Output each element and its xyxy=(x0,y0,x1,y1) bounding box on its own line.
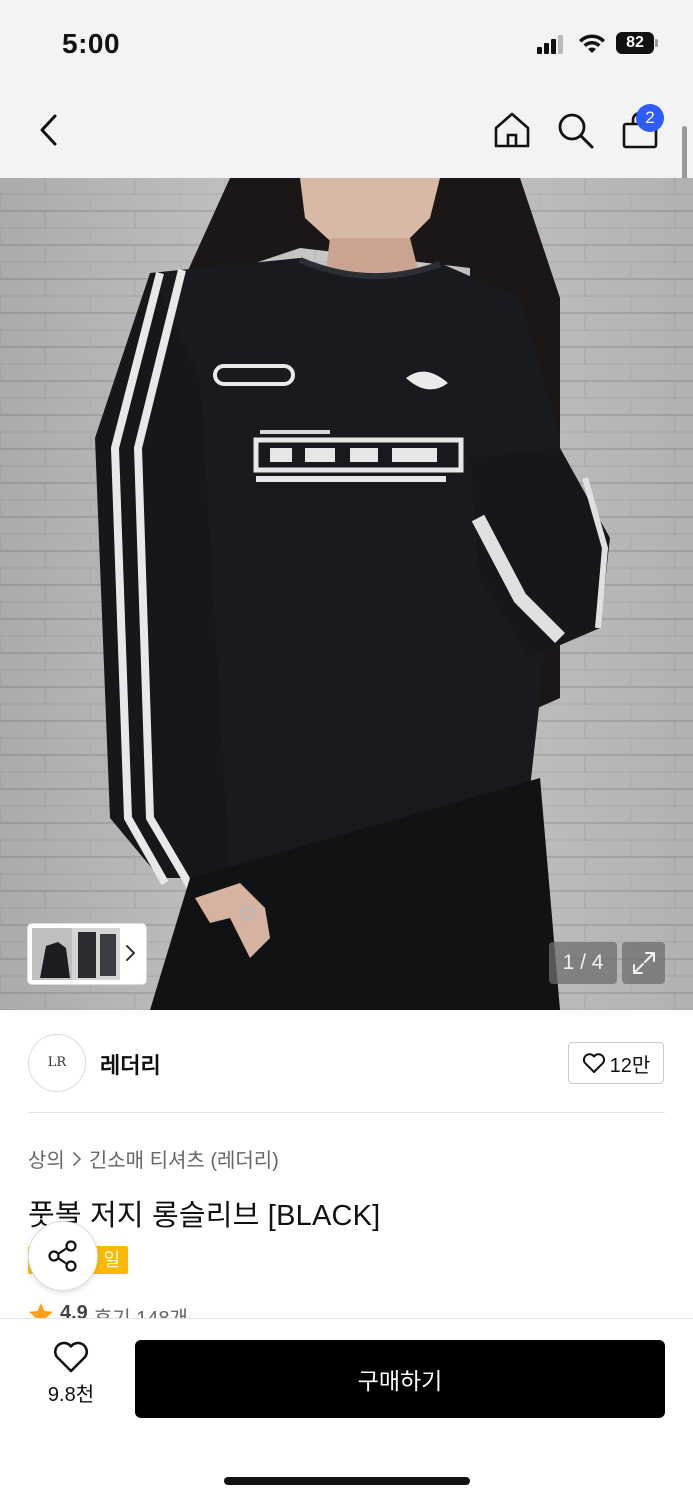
home-button[interactable] xyxy=(490,108,534,152)
brand-name[interactable]: 레더리 xyxy=(100,1048,161,1080)
product-image[interactable] xyxy=(0,178,693,1010)
wifi-icon xyxy=(579,34,605,53)
status-bar: 5:00 82 xyxy=(0,0,693,88)
breadcrumb-item-subcategory[interactable]: 긴소매 티셔츠 (레더리) xyxy=(89,1144,279,1173)
heart-icon xyxy=(582,1053,605,1073)
expand-image-button[interactable] xyxy=(622,942,665,984)
buy-button[interactable]: 구매하기 xyxy=(135,1340,665,1418)
back-button[interactable] xyxy=(28,108,72,152)
chevron-right-icon xyxy=(72,1151,81,1166)
product-photo xyxy=(0,178,693,1010)
divider xyxy=(28,1112,665,1113)
wishlist-count: 9.8천 xyxy=(47,1384,95,1406)
breadcrumb: 상의 긴소매 티셔츠 (레더리) xyxy=(28,1144,279,1173)
signal-icon xyxy=(537,35,563,54)
status-time: 5:00 xyxy=(62,28,121,59)
brand-logo[interactable]: LR xyxy=(28,1034,86,1092)
home-indicator[interactable] xyxy=(224,1477,470,1485)
battery-tip xyxy=(655,39,658,47)
thumbnail-image xyxy=(32,928,120,980)
battery-level: 82 xyxy=(616,32,654,54)
share-icon xyxy=(48,1240,77,1272)
battery-indicator: 82 xyxy=(616,32,660,54)
wishlist-button[interactable]: 9.8천 xyxy=(36,1340,106,1420)
share-button[interactable] xyxy=(28,1221,98,1291)
brand-like-button[interactable]: 12만 xyxy=(568,1042,664,1084)
brand-logo-mark: LR xyxy=(47,1055,67,1070)
breadcrumb-item-category[interactable]: 상의 xyxy=(28,1144,65,1173)
cart-count-badge: 2 xyxy=(636,104,664,132)
search-button[interactable] xyxy=(553,108,597,152)
top-nav-bar xyxy=(0,88,693,178)
search-icon xyxy=(558,113,594,149)
brand-like-count: 12만 xyxy=(609,1054,651,1077)
expand-icon xyxy=(632,952,655,974)
thumbnail-strip[interactable] xyxy=(28,924,146,984)
chevron-left-icon xyxy=(40,114,57,146)
chevron-right-icon xyxy=(126,945,135,961)
heart-icon xyxy=(54,1341,88,1373)
home-icon xyxy=(494,112,530,148)
image-page-counter: 1 / 4 xyxy=(549,942,617,984)
